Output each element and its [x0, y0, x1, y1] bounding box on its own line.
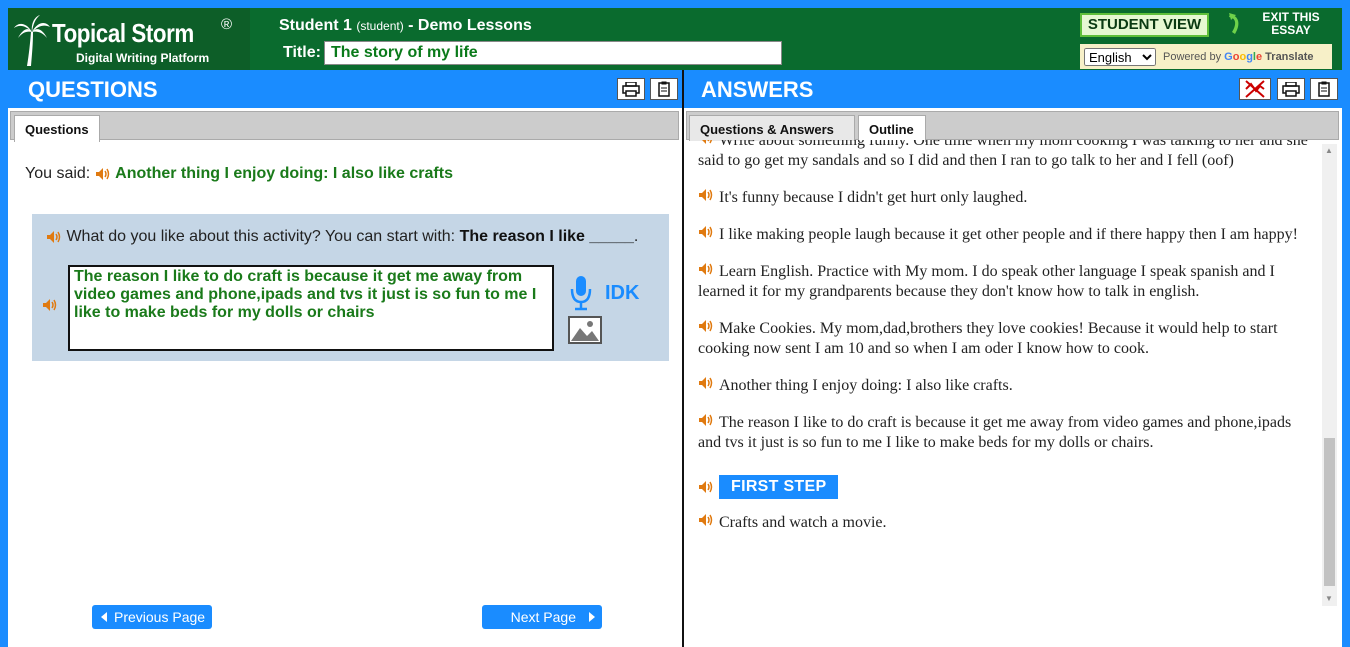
outline-paragraph: Another thing I enjoy doing: I also like… [698, 376, 1308, 396]
outline-paragraph: Make Cookies. My mom,dad,brothers they l… [698, 319, 1308, 359]
questions-panel: Questions You said: Another thing I enjo… [8, 108, 682, 647]
next-page-button[interactable]: Next Page [482, 605, 602, 629]
outline-paragraph: I like making people laugh because it ge… [698, 225, 1308, 245]
printer-icon [622, 81, 640, 97]
answers-header: ANSWERS [684, 70, 1342, 108]
answer-textarea[interactable]: The reason I like to do craft is because… [68, 265, 554, 351]
tab-outline[interactable]: Outline [858, 115, 926, 142]
speaker-icon[interactable] [698, 188, 714, 202]
paragraph-text: Make Cookies. My mom,dad,brothers they l… [698, 320, 1278, 357]
scroll-up-icon[interactable]: ▲ [1325, 146, 1333, 155]
you-said-value: Another thing I enjoy doing: I also like… [115, 165, 453, 182]
student-info: Student 1 (student) - Demo Lessons [279, 17, 532, 35]
exit-icon[interactable] [1227, 12, 1245, 36]
idk-button[interactable]: IDK [605, 282, 639, 305]
translate-link[interactable]: Translate [1265, 51, 1313, 63]
speaker-icon[interactable] [42, 298, 58, 312]
exit-essay-button[interactable]: EXIT THIS ESSAY [1252, 11, 1330, 37]
questions-heading: QUESTIONS [28, 77, 158, 102]
chevron-right-icon [589, 612, 595, 622]
questions-header: QUESTIONS [8, 70, 682, 108]
microphone-icon[interactable] [570, 275, 592, 311]
you-said-label: You said: [25, 165, 91, 182]
tab-questions[interactable]: Questions [14, 115, 100, 142]
speaker-icon[interactable] [95, 167, 111, 181]
hide-toggle-button[interactable] [1239, 78, 1271, 100]
speaker-icon[interactable] [698, 376, 714, 390]
first-step-section: FIRST STEP [698, 475, 1308, 499]
paragraph-text: Learn English. Practice with My mom. I d… [698, 263, 1275, 300]
paragraph-text: Write about something funny. One time wh… [698, 140, 1308, 169]
questions-tabbar: Questions [10, 111, 679, 142]
answers-panel: Questions & Answers Outline Write about … [684, 108, 1342, 647]
exit-line-2: ESSAY [1271, 23, 1311, 37]
paragraph-text: Crafts and watch a movie. [719, 514, 887, 531]
google-logo: Google [1224, 51, 1263, 63]
answers-tabbar: Questions & Answers Outline [686, 111, 1339, 142]
outline-paragraph: It's funny because I didn't get hurt onl… [698, 188, 1308, 208]
paragraph-text: The reason I like to do craft is because… [698, 414, 1292, 451]
image-icon[interactable] [568, 316, 602, 344]
registered-mark: ® [221, 16, 233, 33]
printer-icon [1282, 81, 1300, 97]
crossed-out-icon [1245, 80, 1265, 98]
prompt-starter: The reason I like _____ [459, 228, 634, 245]
scrollbar-thumb[interactable] [1324, 438, 1335, 586]
previous-page-label: Previous Page [114, 609, 206, 625]
title-label: Title: [283, 44, 321, 61]
next-page-label: Next Page [510, 609, 576, 625]
question-prompt: What do you like about this activity? Yo… [46, 228, 638, 246]
outline-paragraph: Crafts and watch a movie. [698, 513, 1308, 533]
first-step-label: FIRST STEP [719, 475, 839, 499]
language-select[interactable]: English [1084, 48, 1156, 66]
powered-by: Powered by Google Translate [1163, 51, 1313, 63]
speaker-icon[interactable] [698, 513, 714, 527]
outline-paragraph: Write about something funny. One time wh… [698, 140, 1308, 171]
powered-by-label: Powered by [1163, 51, 1222, 63]
speaker-icon[interactable] [698, 262, 714, 276]
paragraph-text: Another thing I enjoy doing: I also like… [719, 377, 1013, 394]
paragraph-text: It's funny because I didn't get hurt onl… [719, 189, 1028, 206]
answers-heading: ANSWERS [701, 77, 814, 102]
print-answers-button[interactable] [1277, 78, 1305, 100]
clipboard-answers-button[interactable] [1310, 78, 1338, 100]
outline-paragraph: The reason I like to do craft is because… [698, 413, 1308, 453]
speaker-icon[interactable] [46, 230, 62, 244]
prompt-end: . [633, 228, 639, 245]
question-box: What do you like about this activity? Yo… [32, 214, 669, 361]
tab-questions-answers[interactable]: Questions & Answers [689, 115, 855, 141]
paragraph-text: I like making people laugh because it ge… [719, 226, 1298, 243]
clipboard-icon [1318, 81, 1330, 97]
chevron-left-icon [101, 612, 107, 622]
speaker-icon[interactable] [698, 140, 714, 145]
speaker-icon[interactable] [698, 480, 714, 494]
palm-tree-icon [14, 15, 50, 66]
outline-scrollbar[interactable]: ▲ ▼ [1322, 144, 1337, 606]
logo: Topical Storm ® Digital Writing Platform [8, 8, 250, 70]
outline-content: Write about something funny. One time wh… [698, 140, 1308, 606]
outline-list: Write about something funny. One time wh… [698, 140, 1308, 533]
brand-name: Topical Storm [52, 18, 194, 48]
lesson-name: - Demo Lessons [408, 17, 532, 34]
translate-widget: English Powered by Google Translate [1080, 44, 1332, 69]
student-view-button[interactable]: STUDENT VIEW [1080, 13, 1209, 37]
speaker-icon[interactable] [698, 225, 714, 239]
brand-subtitle: Digital Writing Platform [76, 51, 210, 65]
essay-title-field[interactable]: The story of my life [324, 41, 782, 65]
print-questions-button[interactable] [617, 78, 645, 100]
student-name: Student 1 [279, 17, 352, 34]
top-header: Topical Storm ® Digital Writing Platform… [8, 8, 1342, 70]
speaker-icon[interactable] [698, 319, 714, 333]
scroll-down-icon[interactable]: ▼ [1325, 594, 1333, 603]
prompt-text: What do you like about this activity? Yo… [66, 228, 456, 245]
clipboard-icon [658, 81, 670, 97]
previous-page-button[interactable]: Previous Page [92, 605, 212, 629]
you-said-line: You said: Another thing I enjoy doing: I… [25, 165, 453, 183]
outline-paragraph: Learn English. Practice with My mom. I d… [698, 262, 1308, 302]
student-role: (student) [356, 19, 404, 33]
clipboard-questions-button[interactable] [650, 78, 678, 100]
speaker-icon[interactable] [698, 413, 714, 427]
